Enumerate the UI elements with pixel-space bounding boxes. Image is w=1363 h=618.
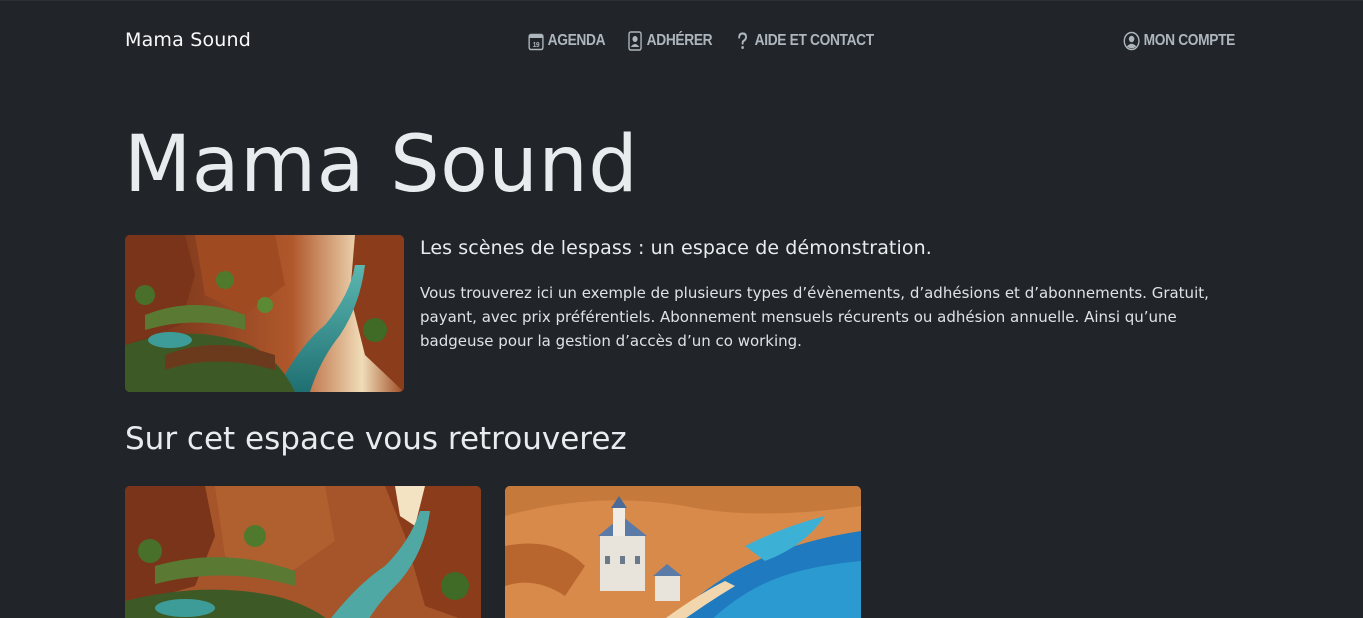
nav-account-label: MON COMPTE <box>1143 32 1236 49</box>
nav-aide-contact-label: AIDE ET CONTACT <box>754 32 875 49</box>
intro-description: Vous trouverez ici un exemple de plusieu… <box>420 284 1209 350</box>
main-nav: 19 AGENDA ADHÉRER AIDE ET CONTACT <box>527 31 887 51</box>
nav-agenda-link[interactable]: 19 AGENDA <box>527 31 606 51</box>
intro-subtitle: Les scènes de lespass : un espace de dém… <box>420 237 932 259</box>
hero-image <box>125 235 404 392</box>
nav-adherer-label: ADHÉRER <box>646 32 713 49</box>
user-circle-icon <box>1123 31 1140 51</box>
nav-agenda-label: AGENDA <box>547 32 606 49</box>
section-title: Sur cet espace vous retrouverez <box>125 421 627 457</box>
space-card-2[interactable] <box>505 486 861 618</box>
card-1-image <box>125 486 481 618</box>
question-icon <box>734 31 751 51</box>
member-card-icon <box>626 31 643 51</box>
nav-adherer-link[interactable]: ADHÉRER <box>626 31 713 51</box>
nav-aide-contact-link[interactable]: AIDE ET CONTACT <box>734 31 874 51</box>
space-card-1[interactable] <box>125 486 481 618</box>
svg-text:19: 19 <box>532 41 539 49</box>
account-nav: MON COMPTE <box>1123 31 1253 51</box>
top-navbar: Mama Sound 19 AGENDA ADHÉRER AIDE ET CON… <box>0 1 1363 81</box>
nav-account-link[interactable]: MON COMPTE <box>1123 31 1235 51</box>
brand-link[interactable]: Mama Sound <box>125 29 251 51</box>
calendar-icon: 19 <box>527 31 544 51</box>
card-2-image <box>505 486 861 618</box>
page-title: Mama Sound <box>124 120 639 210</box>
